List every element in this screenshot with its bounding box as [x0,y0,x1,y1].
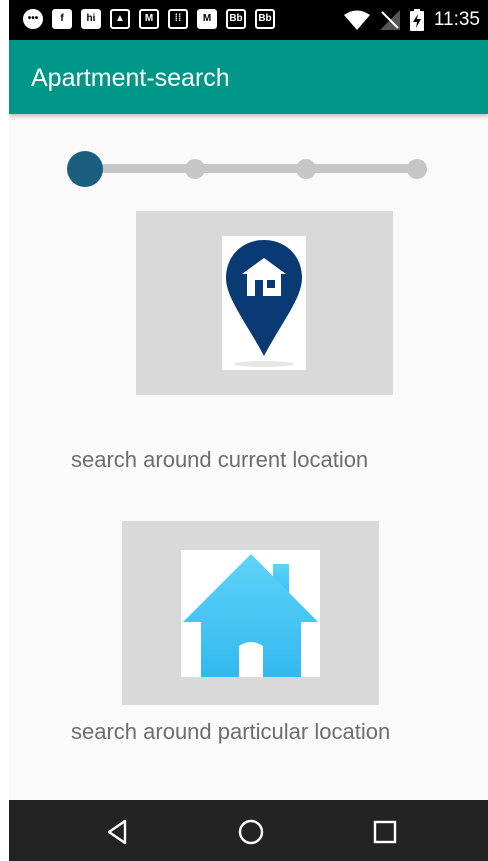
progress-stepper [67,151,429,187]
chat-icon: ••• [23,9,43,29]
gmail-icon: M [139,9,159,29]
step-1-dot-active [67,151,103,187]
status-time: 11:35 [433,9,480,30]
status-bar: ••• f hi ▲ M ⁞⁞ M Bb Bb 11:35 [9,0,488,40]
current-location-button[interactable] [136,211,393,395]
recent-apps-icon[interactable] [370,817,400,847]
current-location-image [222,236,306,370]
step-3-dot [296,159,316,179]
system-icons: 11:35 [343,9,480,31]
back-icon[interactable] [103,817,133,847]
home-icon[interactable] [236,817,266,847]
facebook-icon: f [52,9,72,29]
house-icon [183,554,318,677]
no-signal-icon [379,10,400,30]
stepper-track [87,164,417,173]
app-title: Apartment-search [31,64,230,92]
hi-icon: hi [81,9,101,29]
bb-icon: Bb [255,9,275,29]
image-icon: ▲ [110,9,130,29]
particular-location-label: search around particular location [71,719,391,744]
gmail-icon: M [197,9,217,29]
battery-charging-icon [409,9,424,31]
map-pin-house-icon [226,240,302,367]
notification-icons: ••• f hi ▲ M ⁞⁞ M Bb Bb [23,9,275,29]
step-2-dot [185,159,205,179]
keypad-icon: ⁞⁞ [168,9,188,29]
app-bar: Apartment-search [9,40,488,114]
bb-icon: Bb [226,9,246,29]
step-4-dot [407,159,427,179]
phone-screen: ••• f hi ▲ M ⁞⁞ M Bb Bb 11:35 Apartment-… [9,0,488,861]
particular-location-image [181,550,320,677]
navigation-bar [9,800,488,861]
current-location-label: search around current location [71,447,369,472]
particular-location-button[interactable] [122,521,379,705]
wifi-icon [343,10,370,30]
